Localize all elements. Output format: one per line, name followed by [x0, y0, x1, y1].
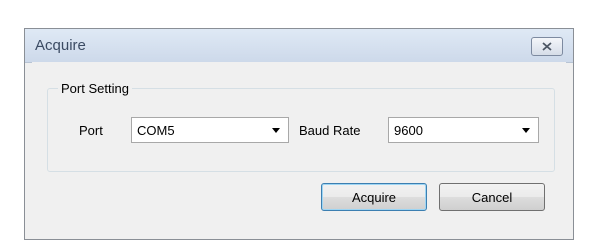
port-label: Port: [79, 123, 103, 138]
chevron-down-icon[interactable]: [522, 128, 530, 133]
close-button[interactable]: [531, 37, 563, 56]
dialog-content: Port Setting Port COM5 Baud Rate 9600 Ac…: [32, 62, 566, 232]
port-select[interactable]: COM5: [131, 117, 289, 143]
close-icon: [542, 42, 552, 51]
cancel-button[interactable]: Cancel: [439, 183, 545, 211]
chevron-down-icon[interactable]: [272, 128, 280, 133]
window-title: Acquire: [35, 37, 86, 54]
port-setting-label: Port Setting: [58, 81, 132, 96]
acquire-dialog: Acquire Port Setting Port COM5 Baud Rate…: [24, 28, 574, 240]
baud-rate-select[interactable]: 9600: [388, 117, 539, 143]
baud-rate-value: 9600: [394, 123, 423, 138]
baud-rate-label: Baud Rate: [299, 123, 361, 138]
acquire-button[interactable]: Acquire: [321, 183, 427, 211]
title-bar[interactable]: Acquire: [25, 29, 573, 63]
port-value: COM5: [137, 123, 175, 138]
